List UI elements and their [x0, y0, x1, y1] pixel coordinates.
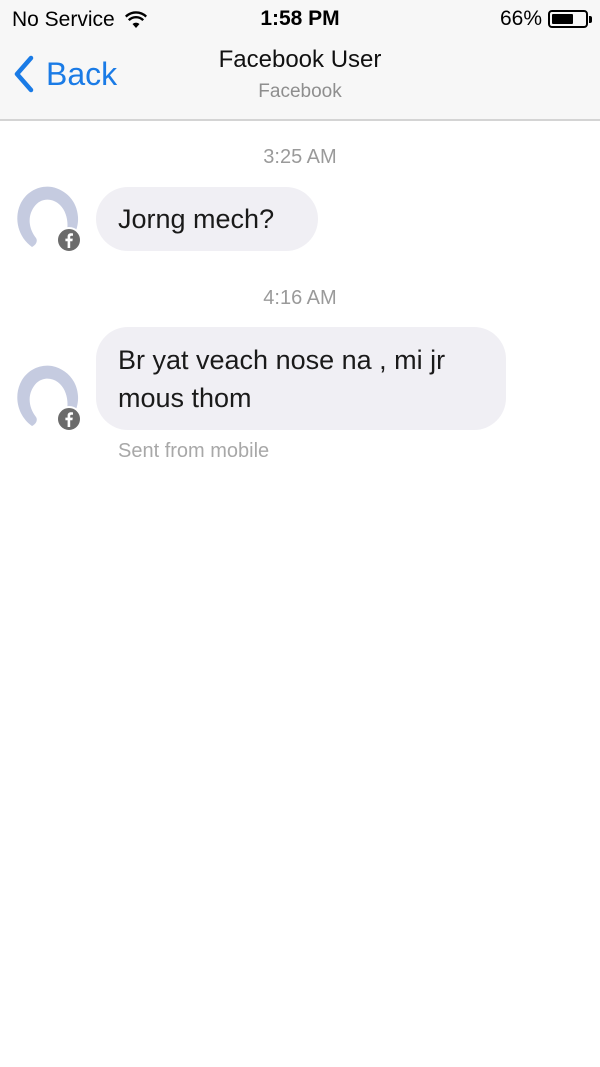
message-text-line: Br yat veach nose na , mi jr	[118, 345, 446, 375]
message-timestamp: 3:25 AM	[263, 146, 337, 168]
message-text-line: mous thom	[118, 383, 252, 413]
battery-icon	[548, 10, 592, 28]
battery-status: 66%	[499, 7, 592, 31]
conversation-title: Facebook User	[218, 46, 382, 73]
status-bar: No Service 1:58 PM 66%	[0, 0, 600, 40]
conversation-subtitle: Facebook	[258, 81, 342, 102]
header: No Service 1:58 PM 66% Back Facebook Use…	[0, 0, 600, 121]
battery-percent: 66%	[499, 7, 542, 30]
message-bubble[interactable]: Br yat veach nose na , mi jr mous thom	[96, 327, 506, 430]
message-timestamp: 4:16 AM	[263, 287, 337, 309]
message-text: Jorng mech?	[118, 204, 275, 234]
avatar[interactable]	[14, 185, 82, 253]
battery-tip	[589, 16, 592, 23]
message-bubble[interactable]: Jorng mech?	[96, 187, 318, 251]
chat-screen: No Service 1:58 PM 66% Back Facebook Use…	[0, 0, 600, 1067]
navigation-bar: Back Facebook User Facebook	[0, 40, 600, 120]
battery-level-fill	[552, 14, 573, 24]
sent-from-label: Sent from mobile	[118, 440, 270, 462]
avatar[interactable]	[14, 364, 82, 432]
facebook-badge-icon	[56, 406, 82, 432]
facebook-badge-icon	[56, 227, 82, 253]
